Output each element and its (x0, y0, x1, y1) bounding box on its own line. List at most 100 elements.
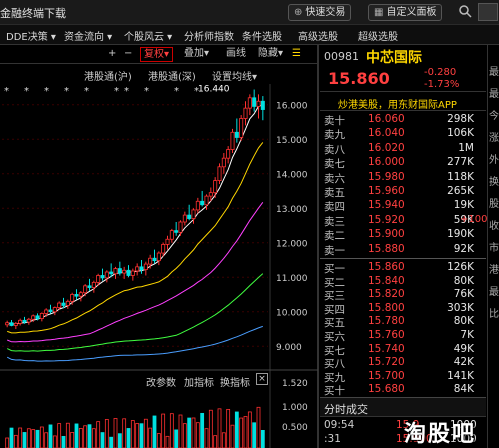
sell-order-label: 卖十 (324, 115, 345, 127)
ticks-title: 分时成交 (324, 403, 368, 416)
right-strip-label: 比 (489, 309, 499, 320)
volume-bar (91, 428, 96, 448)
draw-line-button[interactable]: 画线 (226, 47, 246, 60)
grid-icon: ▦ (374, 7, 384, 18)
candle-body (117, 268, 122, 274)
zoom-out-button[interactable]: − (124, 47, 132, 60)
buy-order-vol: 49K (453, 342, 474, 355)
volume-bar (96, 421, 101, 448)
sell-order-price: 16.040 (368, 127, 405, 140)
sell-order-row[interactable]: 卖五 15.960 265K (320, 185, 486, 199)
right-strip-label: 港 (489, 265, 499, 276)
sell-order-vol: 106K (447, 127, 474, 140)
volume-bar (156, 433, 161, 448)
close-icon[interactable]: × (256, 373, 268, 385)
candle-body (18, 319, 23, 324)
buy-order-row[interactable]: 买四 15.800 303K (320, 302, 486, 316)
y-tick-label: 15.000 (276, 136, 308, 146)
search-icon[interactable] (458, 4, 472, 18)
candle-body (91, 281, 96, 288)
custom-panel-button[interactable]: ▦ 自定义面板 (368, 4, 443, 21)
promo-banner[interactable]: 炒港美股，用东财国际APP (320, 94, 486, 111)
add-indicator-button[interactable]: 加指标 (184, 374, 214, 389)
volume-bar (191, 417, 196, 448)
event-marker-icon: * (114, 86, 119, 97)
adjust-button[interactable]: 复权▾ (140, 47, 174, 62)
buy-order-row[interactable]: 买二 15.840 80K (320, 275, 486, 289)
volume-bar (83, 425, 88, 448)
sell-order-row[interactable]: 卖七 16.000 277K (320, 156, 486, 170)
volume-bar (226, 408, 231, 448)
sell-order-row[interactable]: 卖八 16.020 1M (320, 142, 486, 156)
buy-order-row[interactable]: 买六 15.760 7K (320, 329, 486, 343)
change-params-button[interactable]: 改参数 (146, 374, 176, 389)
sell-order-row[interactable]: 卖九 16.040 106K (320, 127, 486, 141)
candle-body (122, 269, 127, 274)
menu-advanced-select[interactable]: 高级选股 (298, 28, 338, 43)
candle-body (204, 195, 209, 206)
candlestick-chart: 16.000 15.000 14.000 13.000 12.000 11.000 10.0… (0, 84, 318, 448)
ma-line (6, 325, 263, 362)
menu-dde[interactable]: DDE决策 ▾ (6, 28, 56, 43)
quote-header: 00981 中芯国际 15.860 -0.280 -1.73% (320, 45, 486, 92)
event-marker-icon: * (84, 86, 89, 97)
candle-body (200, 200, 205, 206)
sell-order-row[interactable]: 卖一 15.880 92K (320, 243, 486, 257)
zoom-in-button[interactable]: + (108, 47, 116, 60)
volume-bar (165, 435, 170, 448)
volume-bar (217, 408, 222, 448)
volume-bar (174, 429, 179, 448)
volume-bar (234, 411, 239, 448)
buy-order-row[interactable]: 买九 15.700 141K (320, 370, 486, 384)
overlay-button[interactable]: 叠加▾ (184, 47, 209, 60)
window-control-button[interactable] (478, 3, 498, 21)
sell-order-row[interactable]: 卖三 15.920 59K +1000 (320, 214, 494, 228)
candle-body (174, 230, 179, 233)
buy-order-row[interactable]: 买五 15.780 80K (320, 315, 486, 329)
candle-body (182, 214, 187, 223)
candle-body (13, 323, 18, 326)
sell-order-row[interactable]: 卖二 15.900 190K (320, 228, 486, 242)
tick-time: 09:54 (324, 419, 355, 431)
volume-bar (187, 417, 192, 448)
buy-order-row[interactable]: 买七 15.740 49K (320, 343, 486, 357)
buy-order-vol: 42K (453, 356, 474, 369)
buy-order-row[interactable]: 买十 15.680 84K (320, 383, 486, 397)
buy-order-row[interactable]: 买三 15.820 76K (320, 288, 486, 302)
price-change: -0.280 (424, 67, 457, 78)
candle-body (161, 244, 166, 254)
sell-order-row[interactable]: 卖四 15.940 19K (320, 199, 486, 213)
quick-trade-button[interactable]: ⊕ 快速交易 (288, 4, 352, 21)
menu-stock-trend[interactable]: 个股风云 ▾ (124, 28, 172, 43)
sell-order-price: 16.020 (368, 141, 405, 154)
buy-order-row[interactable]: 买一 15.860 126K (320, 261, 486, 275)
right-strip-label: 最 (489, 287, 499, 298)
menu-fund-flow[interactable]: 资金流向 ▾ (64, 28, 112, 43)
sell-order-row[interactable]: 卖六 15.980 118K (320, 171, 486, 185)
candle-body (5, 322, 10, 326)
right-strip-label: 股 (489, 199, 499, 210)
menu-super-select[interactable]: 超级选股 (358, 28, 398, 43)
toolbar-menu-icon[interactable]: ☰ (292, 47, 301, 60)
y-tick-label: 16.000 (276, 102, 308, 112)
menu-condition-select[interactable]: 条件选股 (242, 28, 282, 43)
menu-analyst-index[interactable]: 分析师指数 (184, 28, 234, 43)
current-price: 15.860 (328, 69, 390, 88)
sell-order-row[interactable]: 卖十 16.060 298K (320, 113, 486, 127)
right-strip-label: 外 (489, 155, 499, 166)
candle-body (109, 271, 114, 275)
sell-order-price: 15.980 (368, 170, 405, 183)
candle-body (44, 309, 49, 314)
candle-body (104, 271, 109, 279)
event-marker-icon: * (44, 86, 49, 97)
volume-bar (182, 423, 187, 448)
hide-button[interactable]: 隐藏▾ (258, 47, 283, 60)
volume-bar (70, 431, 75, 448)
buy-order-price: 15.700 (368, 369, 405, 382)
candle-body (26, 318, 31, 323)
switch-indicator-button[interactable]: 换指标 (220, 374, 250, 389)
volume-bar (152, 415, 157, 448)
sell-order-vol: 92K (453, 242, 474, 255)
candle-body (35, 315, 40, 319)
buy-order-row[interactable]: 买八 15.720 42K (320, 356, 486, 370)
